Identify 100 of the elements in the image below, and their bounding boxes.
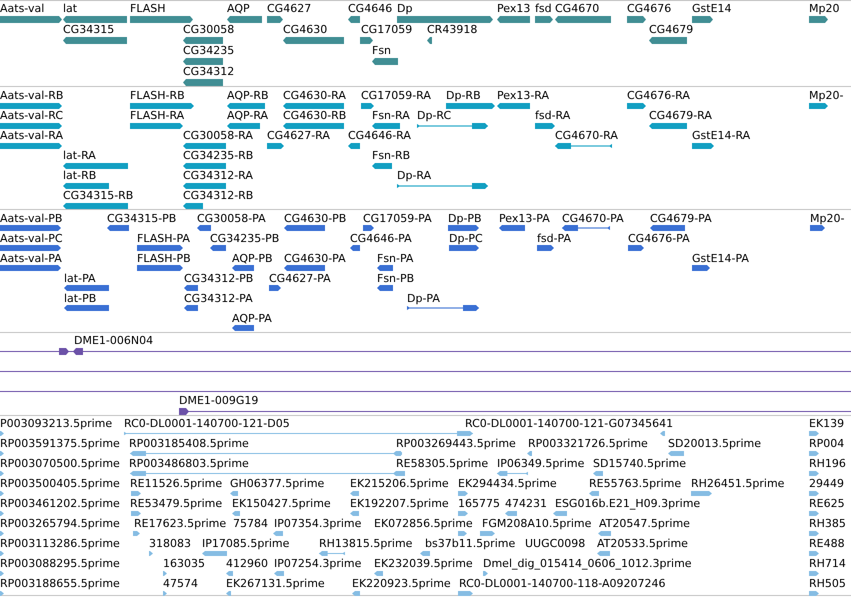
feature-label: 29449 <box>809 477 844 490</box>
feature-label: AQP-PB <box>232 252 273 265</box>
feature-label: EK294434.5prime <box>458 477 557 490</box>
feature-label: RP003461202.5prime <box>0 497 120 510</box>
feature-label: RP003500405.5prime <box>0 477 120 490</box>
feature-label: RP003486803.5prime <box>129 457 249 470</box>
feature-label: CG4630-RB <box>283 109 346 122</box>
feature-label: EK072856.5prime <box>374 517 473 530</box>
feature-label: CG34235-RB <box>183 149 254 162</box>
feature-label: GstE14 <box>692 2 732 15</box>
feature-label: Dp-RB <box>446 89 481 102</box>
feature-label: RE55763.5prime <box>589 477 682 490</box>
feature-label: lat-PA <box>64 272 96 285</box>
feature-label: DME1-009G19 <box>179 394 258 407</box>
feature-label: FLASH-PA <box>137 232 190 245</box>
feature-label: Aats-val-PC <box>0 232 63 245</box>
feature-label: RP003113286.5prime <box>0 537 120 550</box>
feature-label: SD20013.5prime <box>668 437 761 450</box>
feature-label: fsd <box>535 2 552 15</box>
feature-label: RH505 <box>809 577 846 590</box>
feature-label: CG34235-PB <box>210 232 280 245</box>
feature-label: lat <box>63 2 78 15</box>
feature-label: CG4627-PA <box>269 272 331 285</box>
feature-label: IP07254.3prime <box>274 557 362 570</box>
feature-label: FGM208A10.5prime <box>482 517 592 530</box>
feature-label: CG34315-RB <box>63 189 134 202</box>
feature-label: 474231 <box>505 497 547 510</box>
feature-label: RC0-DL0001-140700-118-A09207246 <box>459 577 666 590</box>
feature-label: P003093213.5prime <box>0 417 112 430</box>
feature-label: RP004 <box>809 437 844 450</box>
feature-label: 412960 <box>226 557 268 570</box>
feature-label: CG17059-RA <box>361 89 431 102</box>
feature-label: CG34312-RB <box>183 189 254 202</box>
feature-label: CG4676-PA <box>628 232 690 245</box>
feature-label: RP003265794.5prime <box>0 517 120 530</box>
feature-label: Dp-RC <box>417 109 452 122</box>
feature-label: CG34312-PA <box>184 292 253 305</box>
feature-label: AQP-RB <box>227 89 269 102</box>
feature-label: fsd-RA <box>535 109 570 122</box>
feature-label: 165775 <box>458 497 500 510</box>
feature-label: RP003269443.5prime <box>396 437 516 450</box>
feature-label: FLASH-RA <box>130 109 184 122</box>
feature-label: GH06377.5prime <box>230 477 324 490</box>
feature-label: AQP-PA <box>232 312 272 325</box>
feature-label: CG34315 <box>63 23 114 36</box>
feature-label: IP06349.5prime <box>497 457 584 470</box>
feature-label: CG34312-RA <box>183 169 253 182</box>
feature-label: UUGC0098 <box>525 537 586 550</box>
feature-label: Pex13 <box>497 2 530 15</box>
feature-label: CG30058-RA <box>183 129 253 142</box>
feature-label: RC0-DL0001-140700-121-G07345641 <box>465 417 674 430</box>
feature-label: Aats-val-RB <box>0 89 64 102</box>
feature-label: lat-RB <box>63 169 96 182</box>
feature-label: FLASH-PB <box>137 252 191 265</box>
feature-label: fsd-PA <box>537 232 572 245</box>
feature-label: CG4679-RA <box>649 109 712 122</box>
feature-label: CG4630-RA <box>283 89 346 102</box>
feature-label: CG17059 <box>361 23 412 36</box>
feature-label: 318083 <box>149 537 191 550</box>
feature-label: EK232039.5prime <box>374 557 473 570</box>
feature-label: CG4627-RA <box>267 129 330 142</box>
feature-label: CG4630-PB <box>284 212 346 225</box>
feature-label: CG4646-PA <box>350 232 412 245</box>
feature-label: EK192207.5prime <box>350 497 449 510</box>
feature-label: CG17059-PA <box>363 212 432 225</box>
feature-label: Dp-PA <box>407 292 440 305</box>
feature-label: CG4670 <box>555 2 600 15</box>
feature-label: EK139 <box>809 417 844 430</box>
feature-label: Dp-RA <box>397 169 432 182</box>
feature-label: CG4670-RA <box>555 129 618 142</box>
feature-label: Dp-PB <box>448 212 482 225</box>
feature-label: IP17085.5prime <box>202 537 290 550</box>
feature-label: Pex13-PA <box>499 212 550 225</box>
feature-label: CG34315-PB <box>107 212 176 225</box>
feature-label: AQP-RA <box>227 109 268 122</box>
feature-label: 75784 <box>233 517 268 530</box>
feature-label: RH13815.5prime <box>319 537 412 550</box>
feature-label: Fsn <box>372 44 392 57</box>
feature-label: RE53479.5prime <box>130 497 222 510</box>
feature-label: CG4646-RA <box>348 129 411 142</box>
feature-label: CG4630 <box>283 23 328 36</box>
feature-label: lat-PB <box>64 292 96 305</box>
feature-label: Aats-val-PA <box>0 252 62 265</box>
feature-label: EK150427.5prime <box>232 497 331 510</box>
feature-label: Fsn-RB <box>372 149 410 162</box>
feature-label: RH196 <box>809 457 846 470</box>
feature-label: Fsn-RA <box>372 109 410 122</box>
feature-label: GstE14-PA <box>692 252 749 265</box>
feature-label: lat-RA <box>63 149 96 162</box>
feature-label: CG4679 <box>649 23 694 36</box>
feature-label: CG4679-PA <box>650 212 712 225</box>
feature-label: Aats-val-RC <box>0 109 64 122</box>
feature-label: CR43918 <box>427 23 478 36</box>
feature-label: Pex13-RA <box>497 89 550 102</box>
feature-label: EK267131.5prime <box>226 577 325 590</box>
feature-label: Mp20- <box>809 89 844 102</box>
feature-label: RE11526.5prime <box>130 477 222 490</box>
feature-label: EK220923.5prime <box>352 577 451 590</box>
feature-label: RP003591375.5prime <box>0 437 120 450</box>
feature-label: Mp20- <box>810 212 844 225</box>
